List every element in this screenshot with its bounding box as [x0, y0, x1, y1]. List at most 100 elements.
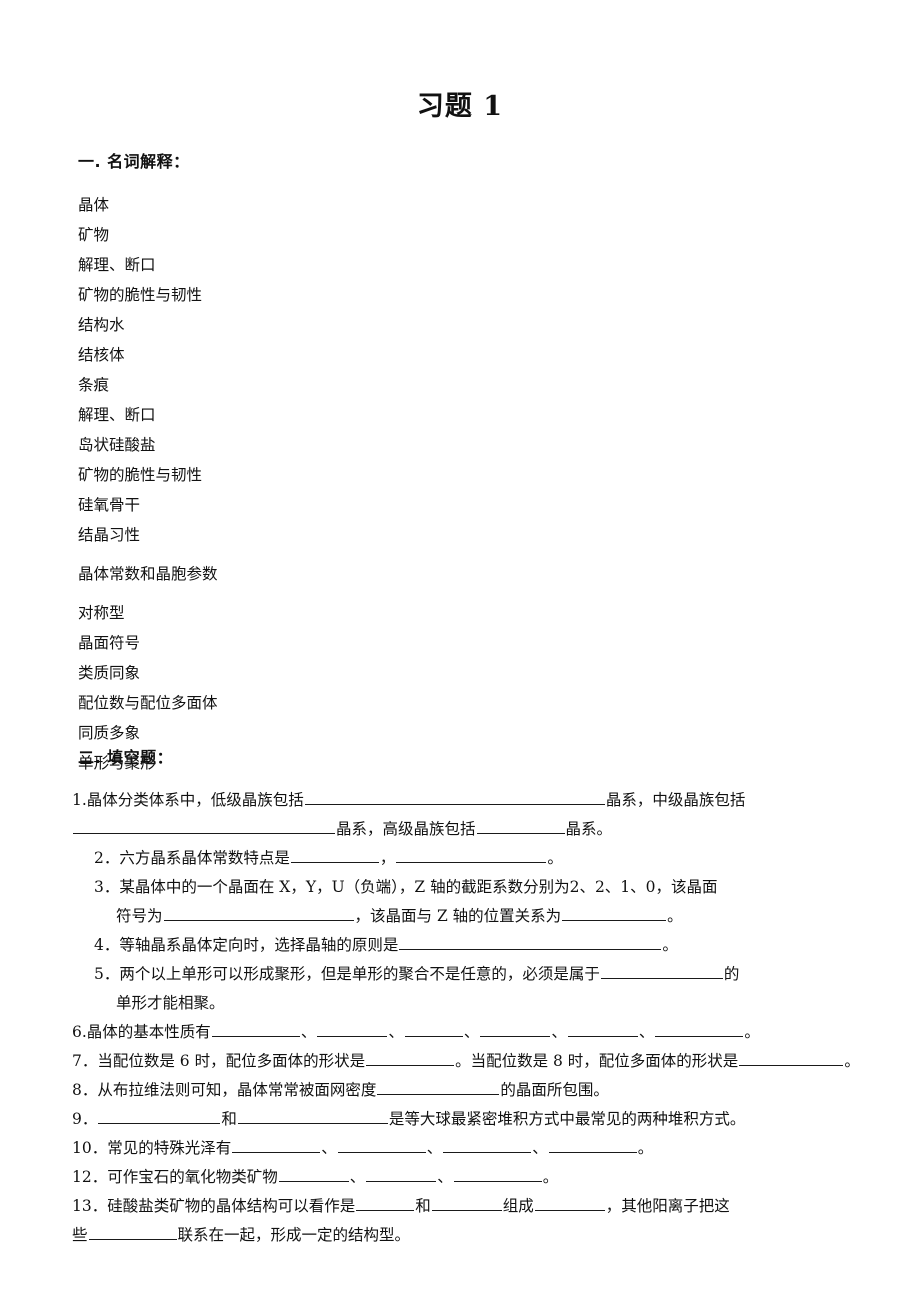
fill-in-blank-question-list: 1.晶体分类体系中，低级晶族包括 晶系，中级晶族包括 晶系，高级晶族包括 晶系。 2… — [72, 786, 868, 1250]
section-heading-fill-in-blank: 二. 填空题： — [78, 748, 174, 767]
question-number: 13． — [72, 1197, 108, 1215]
answer-blank[interactable] — [366, 1166, 437, 1182]
answer-blank[interactable] — [655, 1021, 744, 1037]
question-text: 硅酸盐类矿物的晶体结构可以看作是 — [107, 1197, 356, 1215]
answer-blank[interactable] — [404, 1021, 463, 1037]
answer-blank[interactable] — [396, 847, 547, 863]
question-text: 、 — [532, 1139, 548, 1157]
question-text: 晶系。 — [565, 820, 613, 838]
answer-blank[interactable] — [73, 818, 335, 834]
question-text: 联系在一起，形成一定的结构型。 — [177, 1226, 411, 1244]
question-number: 12． — [72, 1168, 108, 1186]
question-text: 晶体分类体系中，低级晶族包括 — [86, 791, 304, 809]
question-4: 4．等轴晶系晶体定向时，选择晶轴的原则是 。 — [72, 931, 868, 960]
answer-blank[interactable] — [567, 1021, 638, 1037]
term-item: 结晶习性 — [78, 526, 141, 544]
answer-blank[interactable] — [211, 1021, 300, 1037]
question-text: 、 — [437, 1168, 453, 1186]
question-text: 些 — [72, 1226, 88, 1244]
question-text: 。 — [667, 907, 683, 925]
term-item: 矿物的脆性与韧性 — [78, 286, 203, 304]
answer-blank[interactable] — [453, 1166, 542, 1182]
question-number: 3． — [94, 878, 120, 896]
question-text: 某晶体中的一个晶面在 X，Y，U（负端），Z 轴的截距系数分别为2、2、1、0，… — [119, 878, 718, 896]
term-item: 结构水 — [78, 316, 125, 334]
question-text: 、 — [463, 1023, 480, 1041]
question-text: 、 — [388, 1023, 404, 1041]
answer-blank[interactable] — [98, 1108, 221, 1124]
term-item: 矿物的脆性与韧性 — [78, 466, 203, 484]
answer-blank[interactable] — [377, 1079, 500, 1095]
answer-blank[interactable] — [548, 1137, 637, 1153]
answer-blank[interactable] — [337, 1137, 426, 1153]
question-text: 两个以上单形可以形成聚形，但是单形的聚合不是任意的，必须是属于 — [119, 965, 600, 983]
question-text: 晶系，中级晶族包括 — [605, 791, 746, 809]
term-item: 结核体 — [78, 346, 125, 364]
answer-blank[interactable] — [88, 1224, 177, 1240]
question-text: 。 — [542, 1168, 559, 1186]
answer-blank[interactable] — [290, 847, 379, 863]
question-text: 和 — [221, 1110, 237, 1128]
question-number: 4． — [94, 936, 120, 954]
answer-blank[interactable] — [476, 818, 565, 834]
question-2: 2．六方晶系晶体常数特点是 ， 。 — [72, 844, 868, 873]
term-item: 矿物 — [78, 226, 110, 244]
question-number: 9． — [72, 1110, 98, 1128]
term-item: 配位数与配位多面体 — [78, 694, 218, 712]
answer-blank[interactable] — [600, 963, 723, 979]
question-text: 晶体的基本性质有 — [86, 1023, 211, 1041]
term-definition-list: 晶体 矿物 解理、断口 矿物的脆性与韧性 结构水 结核体 条痕 解理、断口 岛状… — [78, 190, 478, 778]
answer-blank[interactable] — [356, 1195, 415, 1211]
answer-blank[interactable] — [480, 1021, 551, 1037]
page-title: 习题 1 — [416, 91, 504, 122]
answer-blank[interactable] — [739, 1050, 844, 1066]
answer-blank[interactable] — [443, 1137, 532, 1153]
term-item: 解理、断口 — [78, 256, 156, 274]
answer-blank[interactable] — [366, 1050, 455, 1066]
question-text: 。 — [637, 1139, 654, 1157]
question-text: 单形才能相聚。 — [116, 994, 225, 1012]
question-number: 7． — [72, 1052, 98, 1070]
answer-blank[interactable] — [304, 789, 605, 805]
term-item: 类质同象 — [78, 664, 141, 682]
answer-blank[interactable] — [163, 905, 354, 921]
question-text: 当配位数是 6 时，配位多面体的形状是 — [97, 1052, 366, 1070]
term-item: 岛状硅酸盐 — [78, 436, 156, 454]
term-item: 对称型 — [78, 604, 125, 622]
question-text: 从布拉维法则可知，晶体常常被面网密度 — [97, 1081, 377, 1099]
question-text: 的晶面所包围。 — [500, 1081, 609, 1099]
question-text: 、 — [300, 1023, 317, 1041]
term-item: 硅氧骨干 — [78, 496, 141, 514]
question-text: 可作宝石的氧化物类矿物 — [107, 1168, 278, 1186]
question-number: 8． — [72, 1081, 98, 1099]
question-number: 1. — [72, 791, 87, 809]
question-text: ， — [379, 849, 396, 867]
answer-blank[interactable] — [317, 1021, 388, 1037]
answer-blank[interactable] — [232, 1137, 321, 1153]
question-text: 是等大球最紧密堆积方式中最常见的两种堆积方式。 — [388, 1110, 746, 1128]
term-item: 晶体 — [78, 196, 110, 214]
question-number: 2． — [94, 849, 120, 867]
question-text: 和 — [415, 1197, 431, 1215]
answer-blank[interactable] — [431, 1195, 502, 1211]
answer-blank[interactable] — [399, 934, 662, 950]
question-text: 等轴晶系晶体定向时，选择晶轴的原则是 — [119, 936, 399, 954]
question-text: 的 — [723, 965, 740, 983]
question-number: 6. — [72, 1023, 87, 1041]
question-text: 、 — [638, 1023, 655, 1041]
question-12: 12．可作宝石的氧化物类矿物 、 、 。 — [72, 1163, 868, 1192]
question-6: 6.晶体的基本性质有 、 、 、 、 、 。 — [72, 1018, 868, 1047]
document-page: 习题 1 一. 名词解释： 晶体 矿物 解理、断口 矿物的脆性与韧性 结构水 结… — [0, 0, 920, 1300]
question-text: 。 — [744, 1023, 760, 1041]
answer-blank[interactable] — [534, 1195, 605, 1211]
question-text: 。当配位数是 8 时，配位多面体的形状是 — [455, 1052, 739, 1070]
question-10: 10．常见的特殊光泽有 、 、 、 。 — [72, 1134, 868, 1163]
answer-blank[interactable] — [237, 1108, 388, 1124]
answer-blank[interactable] — [562, 905, 667, 921]
question-13: 13．硅酸盐类矿物的晶体结构可以看作是 和 组成 ，其他阳离子把这 些 联系在一起，形成… — [72, 1192, 868, 1250]
question-number: 10． — [72, 1139, 108, 1157]
answer-blank[interactable] — [278, 1166, 349, 1182]
question-text: ，其他阳离子把这 — [605, 1197, 730, 1215]
question-text: 常见的特殊光泽有 — [107, 1139, 232, 1157]
question-number: 5． — [94, 965, 120, 983]
